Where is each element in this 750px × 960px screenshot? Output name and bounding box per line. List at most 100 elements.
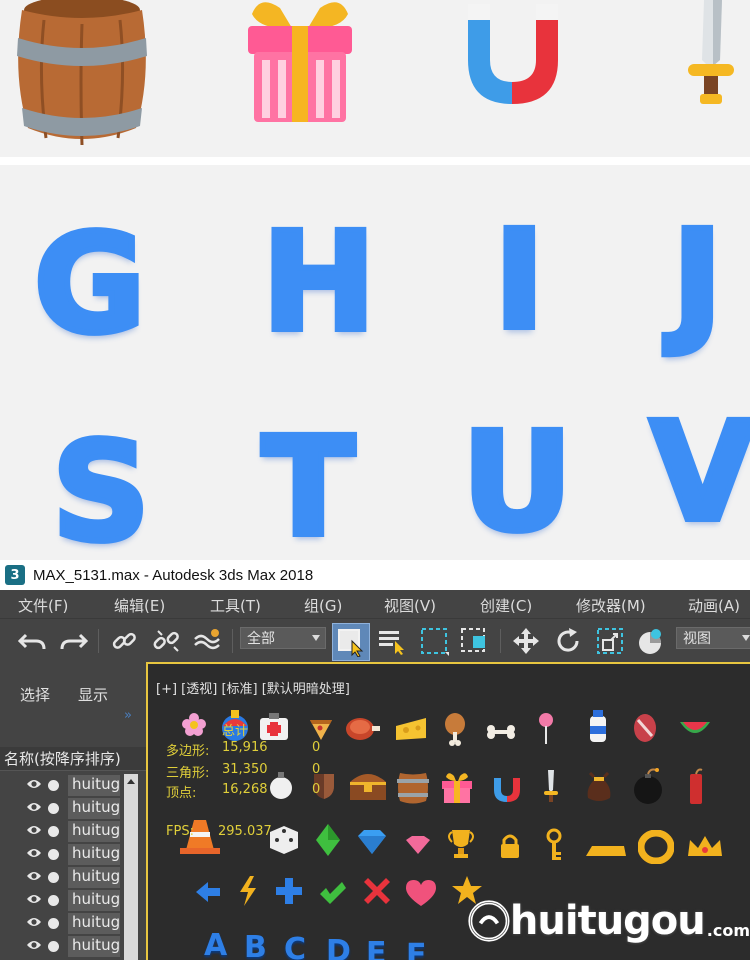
undo-button[interactable] bbox=[16, 625, 48, 657]
select-object-button[interactable] bbox=[332, 623, 370, 661]
money-bag-icon bbox=[587, 772, 611, 801]
scroll-up-icon[interactable] bbox=[124, 775, 138, 789]
tab-display[interactable]: 显示 bbox=[78, 684, 108, 705]
freeze-dot-icon[interactable] bbox=[48, 872, 59, 883]
freeze-dot-icon[interactable] bbox=[48, 803, 59, 814]
select-by-name-button[interactable] bbox=[376, 625, 408, 657]
list-item[interactable]: huitug bbox=[0, 797, 124, 820]
toolbar-separator bbox=[98, 629, 99, 653]
tab-select[interactable]: 选择 bbox=[20, 684, 50, 705]
padlock-icon bbox=[501, 834, 519, 858]
list-item[interactable]: huitug bbox=[0, 774, 124, 797]
stats-polygons-selected: 0 bbox=[312, 740, 321, 755]
dynamite-icon bbox=[690, 768, 703, 804]
move-icon bbox=[513, 628, 539, 654]
list-item-name: huitug bbox=[68, 844, 120, 865]
list-item-name: huitug bbox=[68, 936, 120, 957]
pink-gem-icon bbox=[406, 836, 430, 854]
name-column-header[interactable]: 名称(按降序排序) bbox=[0, 747, 146, 771]
stats-polygons-value: 15,916 bbox=[222, 740, 268, 755]
list-item[interactable]: huitug bbox=[0, 889, 124, 912]
freeze-dot-icon[interactable] bbox=[48, 918, 59, 929]
chevron-down-icon bbox=[312, 635, 320, 641]
gift-box-icon bbox=[248, 2, 352, 122]
freeze-dot-icon[interactable] bbox=[48, 849, 59, 860]
list-item[interactable]: huitug bbox=[0, 820, 124, 843]
bind-to-space-warp-button[interactable] bbox=[192, 625, 224, 657]
menu-animation[interactable]: 动画(A) bbox=[688, 595, 740, 616]
eye-icon[interactable] bbox=[26, 778, 42, 790]
select-and-rotate-button[interactable] bbox=[552, 625, 584, 657]
menu-views[interactable]: 视图(V) bbox=[384, 595, 436, 616]
eye-icon[interactable] bbox=[26, 847, 42, 859]
eye-icon[interactable] bbox=[26, 916, 42, 928]
list-item[interactable]: huitug bbox=[0, 843, 124, 866]
eye-icon[interactable] bbox=[26, 824, 42, 836]
letter-v: V bbox=[647, 394, 750, 552]
viewport-letter-d: D bbox=[326, 934, 351, 960]
selection-filter-dropdown[interactable]: 全部 bbox=[240, 627, 326, 649]
unlink-selection-button[interactable] bbox=[150, 625, 182, 657]
menu-create[interactable]: 创建(C) bbox=[480, 595, 532, 616]
freeze-dot-icon[interactable] bbox=[48, 941, 59, 952]
eye-icon[interactable] bbox=[26, 870, 42, 882]
letter-g: G bbox=[31, 206, 149, 364]
bomb-icon bbox=[634, 768, 662, 804]
redo-icon bbox=[60, 633, 88, 650]
meat-icon bbox=[346, 718, 380, 740]
freeze-dot-icon[interactable] bbox=[48, 780, 59, 791]
viewport-label[interactable]: [+] [透视] [标准] [默认明暗处理] bbox=[156, 678, 350, 697]
barrel-icon bbox=[17, 0, 147, 145]
menu-tools[interactable]: 工具(T) bbox=[210, 595, 261, 616]
watermark: huitugou .com bbox=[468, 890, 750, 952]
list-item-name: huitug bbox=[68, 867, 120, 888]
list-item[interactable]: huitug bbox=[0, 935, 124, 958]
select-object-icon bbox=[338, 629, 364, 657]
list-scrollbar[interactable] bbox=[124, 774, 138, 960]
viewport-letter-b: B bbox=[244, 930, 267, 960]
list-item[interactable]: huitug bbox=[0, 912, 124, 935]
toolbar-separator bbox=[232, 629, 233, 653]
eye-icon[interactable] bbox=[26, 801, 42, 813]
stats-triangles-value: 31,350 bbox=[222, 762, 268, 777]
stats-triangles-label: 三角形: bbox=[166, 766, 210, 781]
window-crossing-icon bbox=[461, 628, 485, 652]
checkmark-icon bbox=[320, 882, 346, 904]
reference-coordinate-dropdown[interactable]: 视图 bbox=[676, 627, 750, 649]
stats-polygons-label: 多边形: bbox=[166, 744, 210, 759]
lollipop-icon bbox=[539, 713, 553, 744]
list-item-name: huitug bbox=[68, 913, 120, 934]
sword-icon bbox=[688, 0, 734, 104]
freeze-dot-icon[interactable] bbox=[48, 826, 59, 837]
letter-s: S bbox=[49, 414, 153, 560]
redo-button[interactable] bbox=[58, 625, 90, 657]
eye-icon[interactable] bbox=[26, 893, 42, 905]
window-crossing-button[interactable] bbox=[458, 625, 490, 657]
select-and-link-button[interactable] bbox=[108, 625, 140, 657]
eye-icon[interactable] bbox=[26, 939, 42, 951]
menu-modifiers[interactable]: 修改器(M) bbox=[576, 595, 646, 616]
select-and-move-button[interactable] bbox=[510, 625, 542, 657]
rectangular-selection-region-button[interactable] bbox=[418, 625, 450, 657]
stats-triangles-selected: 0 bbox=[312, 762, 321, 777]
list-item-name: huitug bbox=[68, 890, 120, 911]
key-icon bbox=[546, 828, 562, 860]
list-item[interactable]: huitug bbox=[0, 866, 124, 889]
freeze-dot-icon[interactable] bbox=[48, 895, 59, 906]
barrel-small-icon bbox=[397, 773, 429, 804]
menu-file[interactable]: 文件(F) bbox=[18, 595, 68, 616]
window-title: MAX_5131.max - Autodesk 3ds Max 2018 bbox=[33, 566, 314, 584]
arrow-left-icon bbox=[196, 882, 220, 902]
menu-group[interactable]: 组(G) bbox=[304, 595, 342, 616]
rotate-icon bbox=[557, 628, 579, 652]
select-and-place-button[interactable] bbox=[634, 625, 666, 657]
list-item-name: huitug bbox=[68, 821, 120, 842]
gold-bar-icon bbox=[586, 846, 626, 856]
double-chevron-right-icon[interactable]: » bbox=[124, 708, 132, 723]
stats-total-label: 总计 bbox=[222, 724, 249, 739]
select-and-scale-button[interactable] bbox=[594, 625, 626, 657]
menu-edit[interactable]: 编辑(E) bbox=[114, 595, 165, 616]
horseshoe-magnet-icon bbox=[468, 4, 558, 104]
selection-filter-value: 全部 bbox=[247, 631, 275, 647]
bone-icon bbox=[487, 725, 515, 739]
